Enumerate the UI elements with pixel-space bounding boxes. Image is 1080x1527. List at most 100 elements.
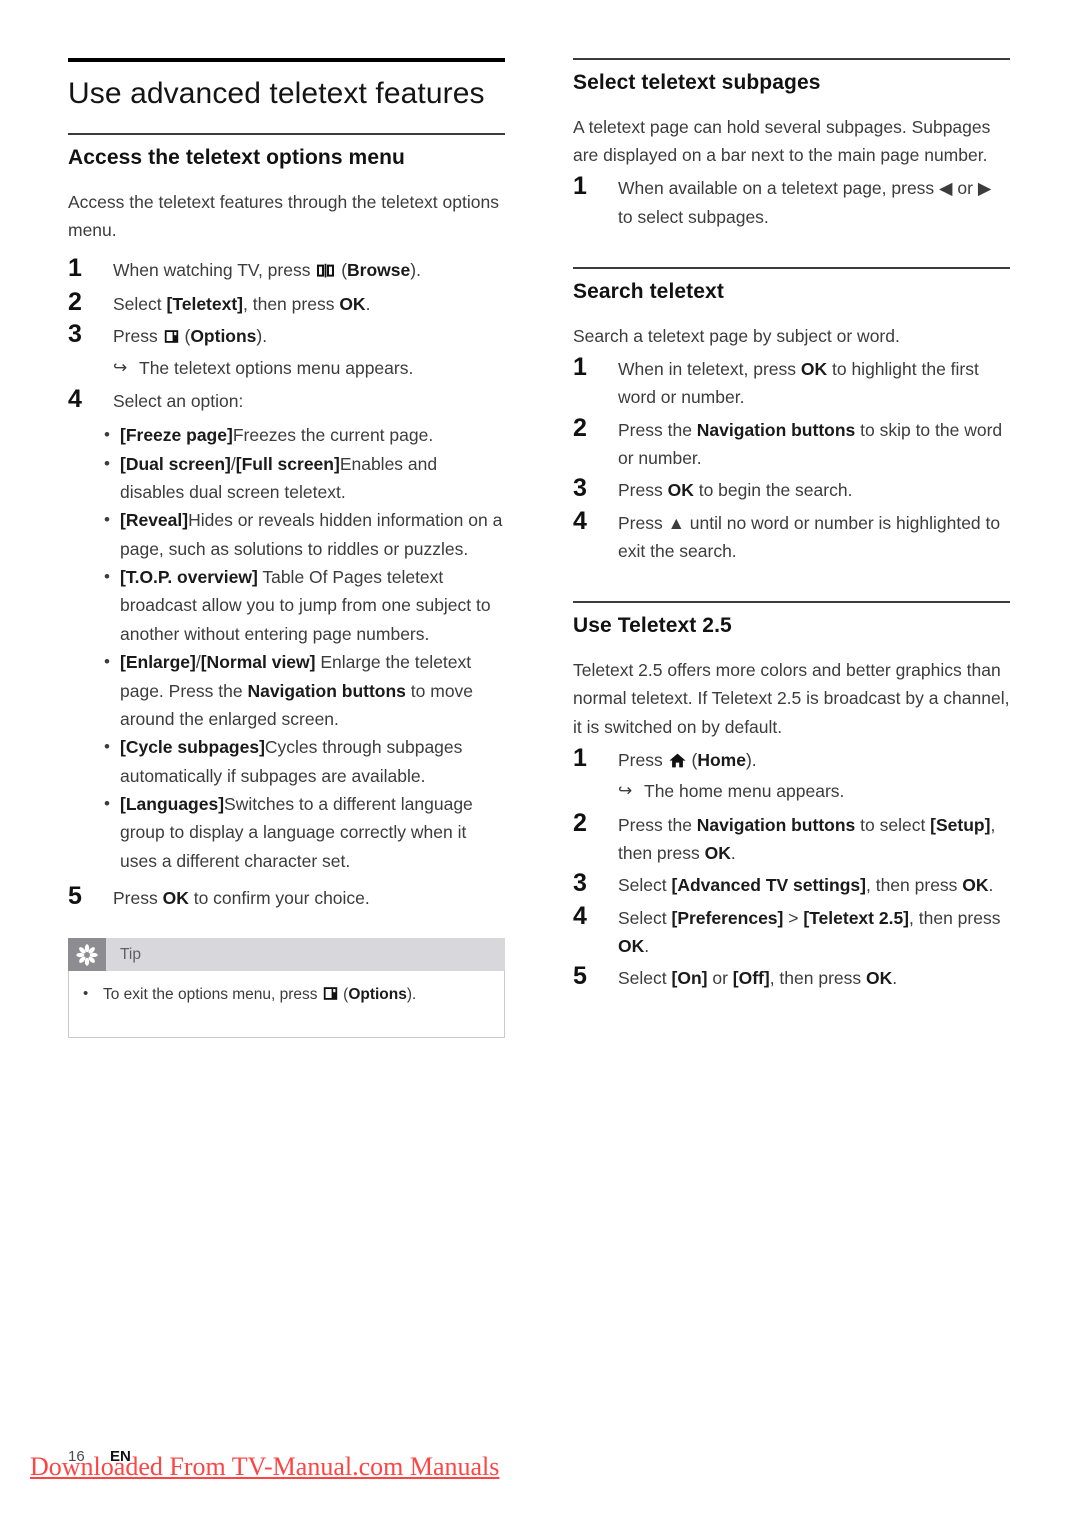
home-icon [669, 748, 686, 776]
step-number: 3 [68, 320, 82, 349]
step-text: Select [Teletext], then press OK. [113, 287, 505, 318]
section-rule [573, 266, 1010, 269]
section-heading-access-options: Access the teletext options menu [68, 146, 405, 170]
list-item-text: [Enlarge]/[Normal view] Enlarge the tele… [120, 648, 505, 733]
inline-text: , then press [909, 907, 1001, 928]
emphasis-text: OK [704, 843, 731, 864]
list-item: • [Dual screen]/[Full screen]Enables and … [68, 450, 505, 507]
tip-list-item-text: To exit the options menu, press (Options… [103, 983, 416, 1008]
inline-text: to select [855, 814, 931, 835]
numbered-step: 2 Press the Navigation buttons to select … [573, 808, 1010, 868]
inline-text: To exit the options menu, press [103, 986, 322, 1004]
numbered-step: 5 Select [On] or [Off], then press OK. [573, 961, 1010, 992]
emphasis-text: OK [866, 968, 893, 989]
inline-text: , then press [865, 875, 963, 896]
step-number: 5 [573, 962, 587, 991]
step-text: Press OK to confirm your choice. [113, 881, 505, 912]
step-number: 1 [573, 352, 587, 381]
inline-text: > [783, 907, 804, 928]
numbered-step: 5 Press OK to confirm your choice. [68, 881, 505, 912]
step-number: 1 [573, 172, 587, 201]
section-rule [573, 601, 1010, 604]
bullet-icon: • [104, 425, 110, 445]
list-item-text: [Cycle subpages]Cycles through subpages … [120, 733, 505, 790]
step-text: Press (Options). [113, 319, 505, 352]
steps-access-options: 1 When watching TV, press (Browse). 2 Selec… [68, 253, 505, 416]
numbered-step: 2 Select [Teletext], then press OK. [68, 287, 505, 318]
emphasis-text: [On] [671, 968, 708, 989]
step-number: 4 [573, 506, 587, 535]
inline-text: Press [113, 326, 163, 347]
steps-use-teletext-25: 1 Press (Home). ↪ The home menu appears. 2 Pr… [573, 743, 1010, 993]
emphasis-text: [Advanced TV settings] [671, 875, 866, 896]
watermark-link[interactable]: Downloaded From TV-Manual.com Manuals [30, 1452, 499, 1482]
inline-text: When available on a teletext page, press [618, 178, 940, 199]
emphasis-text: Navigation buttons [247, 680, 406, 701]
inline-text: . [892, 968, 898, 989]
inline-text: Select [618, 907, 672, 928]
page-title: Use advanced teletext features [68, 77, 485, 110]
inline-text: Select [113, 294, 167, 315]
emphasis-text: Navigation buttons [696, 814, 856, 835]
inline-text: or [707, 968, 733, 989]
steps-select-subpages: 1 When available on a teletext page, pres… [573, 171, 1010, 231]
step-text: Select [Advanced TV settings], then pres… [618, 868, 1010, 899]
step-number: 3 [573, 474, 587, 503]
list-item: • [Reveal]Hides or reveals hidden informa… [68, 506, 505, 563]
inline-text: ). [406, 986, 417, 1004]
emphasis-text: [Freeze page] [120, 425, 233, 446]
inline-text: . [730, 843, 736, 864]
emphasis-text: Navigation buttons [696, 419, 856, 440]
step-text: Press OK to begin the search. [618, 473, 1010, 504]
inline-text: , then press [243, 294, 340, 315]
list-item: • [Enlarge]/[Normal view] Enlarge the tel… [68, 648, 505, 733]
section-intro-access-options: Access the teletext features through the… [68, 192, 499, 241]
inline-text: Press [113, 887, 163, 908]
title-rule [68, 58, 505, 62]
tip-label-background: Tip [106, 938, 505, 972]
document-page: Use advanced teletext features Access th… [0, 0, 1080, 1527]
asterisk-icon [68, 938, 106, 972]
step-text: When watching TV, press (Browse). [113, 253, 505, 286]
inline-text: to confirm your choice. [188, 887, 370, 908]
step-text: Press the Navigation buttons to select [… [618, 808, 1010, 868]
step-confirm-choice: 5 Press OK to confirm your choice. [68, 881, 505, 912]
inline-text: ( [336, 259, 348, 280]
numbered-step: 3 Select [Advanced TV settings], then pre… [573, 868, 1010, 899]
emphasis-text: OK [962, 875, 989, 896]
inline-text: ). [745, 749, 757, 770]
inline-text: When watching TV, press [113, 259, 316, 280]
inline-text: When in teletext, press [618, 358, 801, 379]
bullet-icon: • [104, 567, 110, 587]
step-number: 1 [68, 253, 82, 282]
book-icon [316, 258, 335, 286]
tip-body: • To exit the options menu, press (Option… [68, 971, 505, 1039]
step-result: ↪ The home menu appears. [618, 777, 1010, 805]
bullet-icon: • [104, 510, 110, 530]
emphasis-text: [T.O.P. overview] [120, 567, 258, 588]
list-item-text: [Freeze page]Freezes the current page. [120, 421, 505, 449]
list-item-text: [Languages]Switches to a different langu… [120, 790, 505, 875]
section-intro-select-subpages: A teletext page can hold several subpage… [573, 116, 991, 165]
inline-text: Press [618, 749, 668, 770]
list-item: • [Cycle subpages]Cycles through subpages… [68, 733, 505, 790]
emphasis-text: OK [339, 294, 366, 315]
steps-search-teletext: 1 When in teletext, press OK to highlight… [573, 352, 1010, 565]
step-text: Press (Home). [618, 743, 1010, 776]
inline-text: , then press [769, 968, 867, 989]
bullet-icon: • [104, 737, 110, 757]
result-text: The home menu appears. [644, 781, 845, 802]
inline-text: Select an option: [113, 391, 244, 412]
emphasis-text: [Setup] [930, 814, 991, 835]
section-intro-search-teletext: Search a teletext page by subject or wor… [573, 325, 900, 346]
numbered-step: 1 When available on a teletext page, pres… [573, 171, 1010, 231]
emphasis-text: [Teletext 2.5] [803, 907, 910, 928]
result-arrow-icon: ↪ [113, 357, 128, 377]
list-item: • [Languages]Switches to a different lang… [68, 790, 505, 875]
emphasis-text: [Dual screen] [120, 453, 231, 474]
section-heading-search-teletext: Search teletext [573, 279, 724, 303]
result-arrow-icon: ↪ [618, 781, 633, 801]
tip-label: Tip [120, 945, 141, 963]
emphasis-text: [Reveal] [120, 510, 189, 531]
